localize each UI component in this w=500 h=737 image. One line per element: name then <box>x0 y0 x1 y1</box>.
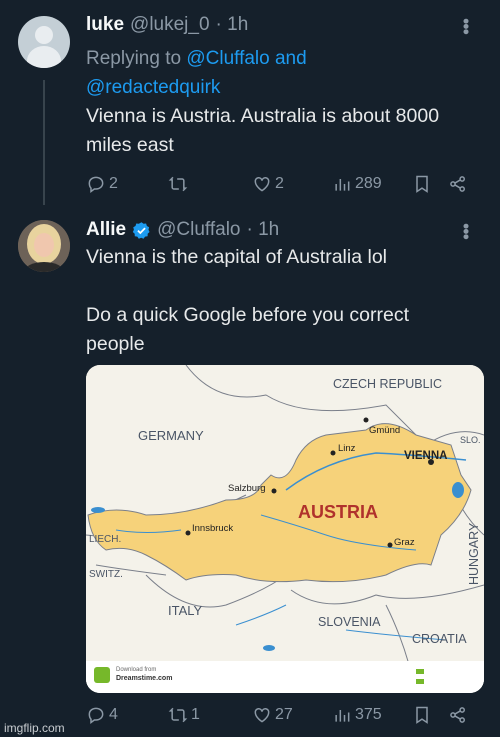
imgflip-watermark: imgflip.com <box>4 721 65 735</box>
label-switz: SWITZ. <box>89 569 123 580</box>
author-handle[interactable]: @lukej_0 <box>130 14 210 36</box>
city-gmund: Gmünd <box>369 425 400 436</box>
label-slo: SLO. <box>460 435 481 445</box>
more-options-icon[interactable]: ••• <box>455 18 476 34</box>
views-icon <box>335 710 350 722</box>
city-vienna: VIENNA <box>404 450 447 462</box>
city-linz: Linz <box>338 443 356 454</box>
retweet-icon <box>168 707 188 723</box>
verified-badge-icon <box>132 221 150 239</box>
city-dot-salzburg <box>271 488 277 494</box>
city-salzburg: Salzburg <box>228 483 266 494</box>
views-button[interactable]: 375 <box>332 705 382 725</box>
label-austria: AUSTRIA <box>298 502 378 522</box>
label-croatia: CROATIA <box>412 632 467 646</box>
retweet-button[interactable] <box>168 174 191 194</box>
label-germany: GERMANY <box>138 428 204 443</box>
bookmark-icon <box>416 175 428 193</box>
bookmark-button[interactable] <box>412 705 432 725</box>
city-graz: Graz <box>394 537 415 548</box>
avatar-allie[interactable] <box>18 220 70 272</box>
views-icon <box>335 179 350 191</box>
timestamp[interactable]: · 1h <box>247 219 280 241</box>
city-dot-linz <box>330 450 336 456</box>
reply-button[interactable]: 4 <box>86 705 118 725</box>
share-button[interactable] <box>448 705 468 725</box>
mention-link[interactable]: @Cluffalo and <box>186 48 306 69</box>
tweet-text: Vienna is the capital of Australia lol D… <box>86 246 410 355</box>
tweet-text: Vienna is Austria. Australia is about 80… <box>86 105 440 156</box>
retweet-button[interactable]: 1 <box>168 705 200 725</box>
label-italy: ITALY <box>168 603 203 618</box>
austria-map-image[interactable]: CZECH REPUBLIC GERMANY AUSTRIA LIECH. SW… <box>86 365 484 693</box>
timestamp[interactable]: · 1h <box>216 14 249 36</box>
city-dot-gmund <box>363 417 369 423</box>
dreamstime-logo-icon <box>94 667 110 683</box>
tweet-luke[interactable]: luke @lukej_0 · 1h ••• Replying to @Cluf… <box>0 0 500 205</box>
label-liech: LIECH. <box>89 534 121 545</box>
reply-icon <box>88 176 104 193</box>
author-name[interactable]: luke <box>86 14 124 36</box>
views-button[interactable]: 289 <box>332 174 382 194</box>
share-icon <box>450 176 465 192</box>
more-options-icon[interactable]: ••• <box>455 223 476 239</box>
avatar-luke[interactable] <box>18 16 70 68</box>
like-button[interactable]: 27 <box>252 705 293 725</box>
bookmark-icon <box>416 706 428 724</box>
heart-icon <box>254 707 270 723</box>
retweet-icon <box>168 176 188 192</box>
mention-link[interactable]: @redactedquirk <box>86 77 220 98</box>
city-innsbruck: Innsbruck <box>192 523 233 534</box>
city-dot-innsbruck <box>185 530 191 536</box>
city-dot-graz <box>387 542 393 548</box>
author-handle[interactable]: @Cluffalo <box>157 219 240 241</box>
reply-icon <box>88 707 104 724</box>
replying-to: Replying to @Cluffalo and @redactedquirk <box>86 48 307 98</box>
bookmark-button[interactable] <box>412 174 432 194</box>
action-bar: 2 2 289 <box>86 172 476 196</box>
author-name[interactable]: Allie <box>86 219 126 241</box>
heart-icon <box>254 176 270 192</box>
download-line1: Download from <box>116 667 156 673</box>
reply-button[interactable]: 2 <box>86 174 118 194</box>
action-bar: 4 1 27 375 <box>86 703 476 727</box>
label-hungary: HUNGARY <box>467 522 481 585</box>
thread-line <box>43 80 45 205</box>
like-button[interactable]: 2 <box>252 174 284 194</box>
label-slovenia: SLOVENIA <box>318 615 381 629</box>
share-icon <box>450 707 465 723</box>
share-button[interactable] <box>448 174 468 194</box>
download-line2: Dreamstime.com <box>116 675 172 682</box>
label-czech: CZECH REPUBLIC <box>333 377 442 391</box>
